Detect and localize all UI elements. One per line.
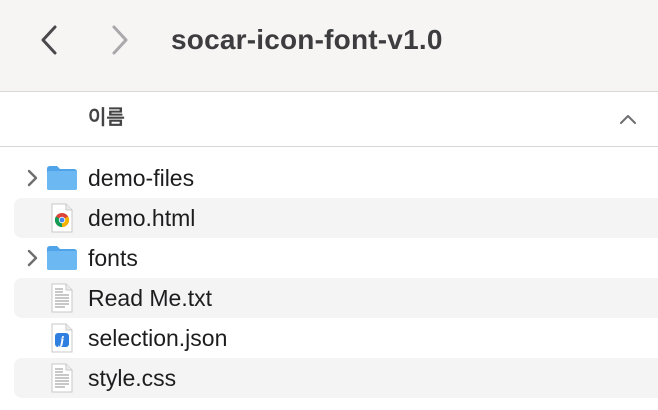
json-document-icon: j: [46, 323, 78, 353]
file-row-demo-html[interactable]: demo.html: [0, 198, 658, 238]
column-header-name[interactable]: 이름: [88, 93, 125, 147]
disclosure-chevron-icon: [27, 169, 38, 187]
disclosure-button[interactable]: [22, 248, 42, 268]
window-toolbar: socar-icon-font-v1.0: [0, 0, 658, 92]
text-document-icon: [46, 363, 78, 393]
text-document-icon: [46, 283, 78, 313]
file-row-fonts[interactable]: fonts: [0, 238, 658, 278]
file-name: selection.json: [88, 325, 228, 351]
file-name: Read Me.txt: [88, 285, 212, 311]
folder-icon: [46, 163, 78, 193]
folder-icon: [46, 243, 78, 273]
forward-button[interactable]: [103, 22, 137, 58]
file-name: demo.html: [88, 205, 196, 231]
file-row-demo-files[interactable]: demo-files: [0, 158, 658, 198]
file-name: style.css: [88, 365, 177, 391]
column-header: 이름: [0, 93, 658, 147]
chevron-right-icon: [112, 25, 128, 55]
file-name: fonts: [88, 245, 138, 271]
window-title: socar-icon-font-v1.0: [171, 24, 443, 55]
chrome-document-icon: [46, 203, 78, 233]
file-row-read-me-txt[interactable]: Read Me.txt: [0, 278, 658, 318]
file-row-style-css[interactable]: style.css: [0, 358, 658, 398]
file-row-selection-json[interactable]: j selection.json: [0, 318, 658, 358]
sort-button[interactable]: [616, 107, 640, 131]
disclosure-button[interactable]: [22, 168, 42, 188]
disclosure-chevron-icon: [27, 249, 38, 267]
chevron-up-icon: [620, 115, 636, 124]
file-list: demo-files demo.html fonts Read Me.txt j…: [0, 158, 658, 398]
file-name: demo-files: [88, 165, 195, 191]
back-button[interactable]: [32, 22, 66, 58]
chevron-left-icon: [41, 25, 57, 55]
